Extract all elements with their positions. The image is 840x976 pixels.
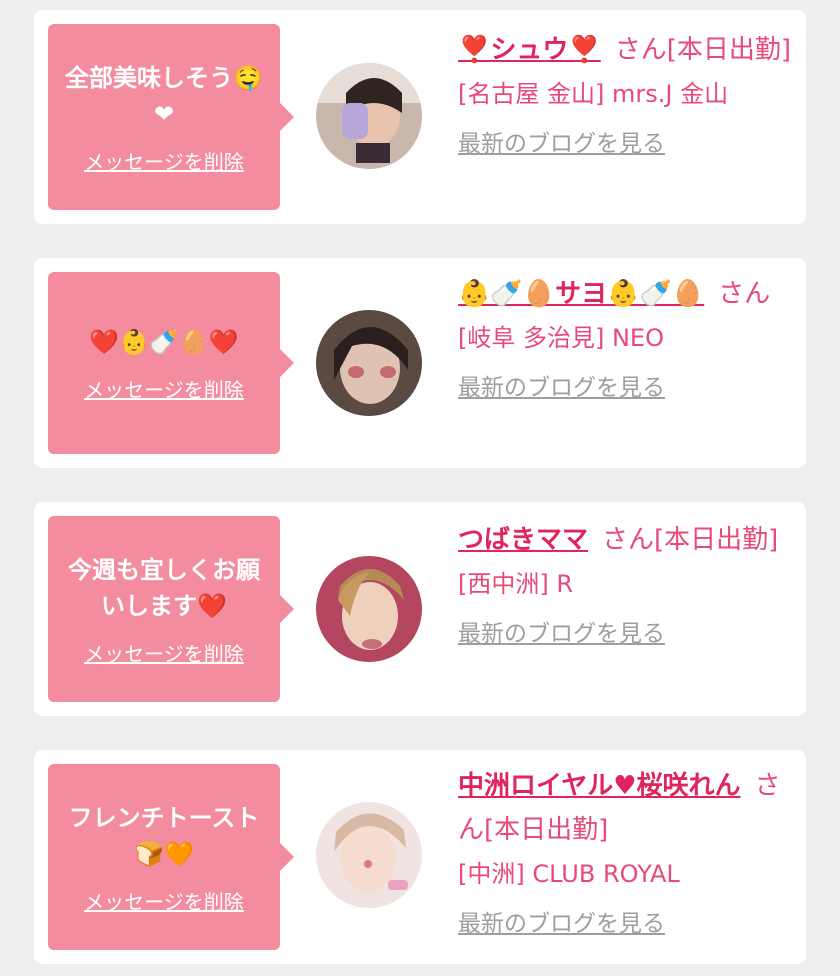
cast-name-link[interactable]: つばきママ [458, 525, 588, 555]
message-bubble: 全部美味しそう🤤❤ メッセージを削除 [48, 24, 294, 210]
name-suffix: さん [718, 279, 771, 309]
message-text: 全部美味しそう🤤❤ [65, 63, 263, 128]
delete-message-link[interactable]: メッセージを削除 [84, 638, 244, 667]
delete-message-link[interactable]: メッセージを削除 [84, 886, 244, 915]
avatar[interactable] [316, 556, 422, 662]
latest-blog-link[interactable]: 最新のブログを見る [458, 904, 665, 938]
message-text: フレンチトースト🍞🧡 [68, 803, 260, 868]
message-card: ❤️👶🍼🥚❤️ メッセージを削除 👶🍼🥚サヨ👶🍼🥚 さん [岐阜 多治見] NEO… [34, 258, 806, 468]
shop-name: [岐阜 多治見] NEO [458, 324, 664, 352]
name-line: ❣️シュウ❣️ さん[本日出勤] [458, 28, 794, 72]
delete-message-link[interactable]: メッセージを削除 [84, 146, 244, 175]
shop-name: [名古屋 金山] mrs.J 金山 [458, 80, 729, 108]
latest-blog-link[interactable]: 最新のブログを見る [458, 368, 665, 402]
latest-blog-link[interactable]: 最新のブログを見る [458, 124, 665, 158]
message-bubble: ❤️👶🍼🥚❤️ メッセージを削除 [48, 272, 294, 454]
name-line: つばきママ さん[本日出勤] [458, 518, 794, 562]
name-suffix: さん[本日出勤] [602, 525, 779, 555]
shop-name: [西中洲] R [458, 570, 574, 598]
entry-info: ❣️シュウ❣️ さん[本日出勤] [名古屋 金山] mrs.J 金山 最新のブログ… [458, 28, 794, 158]
message-text: 今週も宜しくお願いします❤️ [68, 555, 260, 620]
avatar-photo-icon [316, 63, 422, 169]
message-bubble: 今週も宜しくお願いします❤️ メッセージを削除 [48, 516, 294, 702]
shop-name: [中洲] CLUB ROYAL [458, 860, 680, 888]
latest-blog-link[interactable]: 最新のブログを見る [458, 614, 665, 648]
cast-name-link[interactable]: 中洲ロイヤル♥桜咲れん [458, 771, 741, 801]
message-text: ❤️👶🍼🥚❤️ [89, 327, 239, 356]
cast-name-link[interactable]: 👶🍼🥚サヨ👶🍼🥚 [458, 279, 704, 309]
avatar[interactable] [316, 310, 422, 416]
message-card: 全部美味しそう🤤❤ メッセージを削除 ❣️シュウ❣️ さん[本日出勤] [名古屋 … [34, 10, 806, 224]
message-card: フレンチトースト🍞🧡 メッセージを削除 中洲ロイヤル♥桜咲れん さん[本日出勤] … [34, 750, 806, 964]
name-line: 👶🍼🥚サヨ👶🍼🥚 さん [458, 272, 794, 316]
delete-message-link[interactable]: メッセージを削除 [84, 374, 244, 403]
message-card: 今週も宜しくお願いします❤️ メッセージを削除 つばきママ さん[本日出勤] [西… [34, 502, 806, 716]
name-suffix: さん[本日出勤] [614, 35, 792, 65]
name-line: 中洲ロイヤル♥桜咲れん さん[本日出勤] [458, 764, 794, 852]
avatar[interactable] [316, 802, 422, 908]
entry-info: 中洲ロイヤル♥桜咲れん さん[本日出勤] [中洲] CLUB ROYAL 最新のブ… [458, 764, 794, 938]
entry-info: 👶🍼🥚サヨ👶🍼🥚 さん [岐阜 多治見] NEO 最新のブログを見る [458, 272, 794, 402]
message-list: 全部美味しそう🤤❤ メッセージを削除 ❣️シュウ❣️ さん[本日出勤] [名古屋 … [0, 0, 840, 976]
cast-name-link[interactable]: ❣️シュウ❣️ [458, 35, 601, 65]
avatar-photo-icon [316, 310, 422, 416]
avatar[interactable] [316, 63, 422, 169]
avatar-photo-icon [316, 556, 422, 662]
avatar-photo-icon [316, 802, 422, 908]
entry-info: つばきママ さん[本日出勤] [西中洲] R 最新のブログを見る [458, 518, 794, 648]
message-bubble: フレンチトースト🍞🧡 メッセージを削除 [48, 764, 294, 950]
